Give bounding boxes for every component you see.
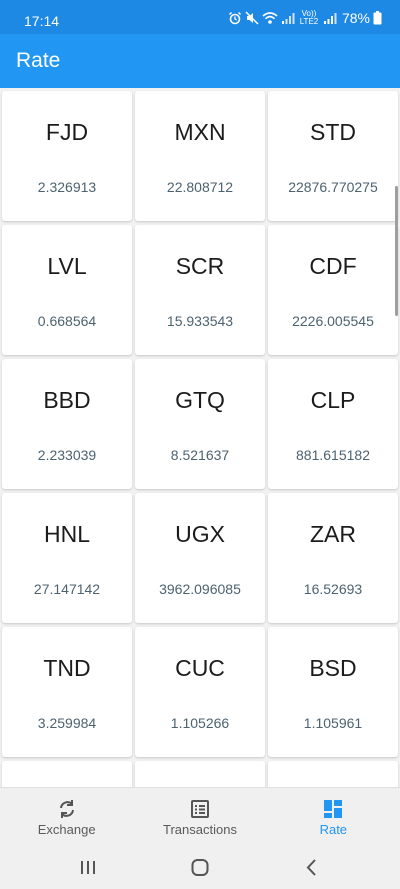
- rate-value: 16.52693: [303, 581, 363, 597]
- rate-card[interactable]: BBD 2.233039: [2, 359, 132, 489]
- rate-card[interactable]: HNL 27.147142: [2, 493, 132, 623]
- volte-label: Vo)) LTE2: [299, 9, 319, 26]
- rate-value: 27.147142: [33, 581, 101, 597]
- currency-code: LVL: [47, 253, 87, 279]
- status-icons: Vo)) LTE2 78%: [228, 10, 382, 26]
- rate-card[interactable]: STD 22876.770275: [268, 91, 398, 221]
- system-navigation-bar: [0, 845, 400, 889]
- sync-icon: [56, 798, 78, 820]
- currency-code: BSD: [309, 655, 357, 681]
- nav-label-rate: Rate: [319, 822, 348, 837]
- scrollbar-thumb[interactable]: [395, 186, 398, 316]
- rate-value: 3962.096085: [159, 581, 241, 597]
- rate-value: 881.615182: [296, 447, 370, 463]
- rate-card[interactable]: [2, 761, 132, 787]
- rate-value: 2.233039: [37, 447, 97, 463]
- currency-code: TND: [43, 655, 91, 681]
- rate-card[interactable]: UGX 3962.096085: [135, 493, 265, 623]
- rate-card[interactable]: CDF 2226.005545: [268, 225, 398, 355]
- rate-card[interactable]: SCR 15.933543: [135, 225, 265, 355]
- currency-code: HNL: [43, 521, 90, 547]
- currency-code: STD: [310, 119, 356, 145]
- battery-icon: [373, 11, 382, 25]
- nav-item-transactions[interactable]: Transactions: [133, 788, 266, 845]
- signal-1-icon: [281, 12, 295, 24]
- rate-card[interactable]: LVL 0.668564: [2, 225, 132, 355]
- currency-code: GTQ: [175, 387, 225, 413]
- currency-code: CDF: [309, 253, 357, 279]
- dashboard-icon: [322, 798, 344, 820]
- rate-card[interactable]: BSD 1.105961: [268, 627, 398, 757]
- rate-card[interactable]: [135, 761, 265, 787]
- status-bar: 17:14 Vo)) LTE2 78%: [0, 0, 400, 34]
- rate-value: 15.933543: [166, 313, 234, 329]
- rate-card[interactable]: CUC 1.105266: [135, 627, 265, 757]
- currency-code: ZAR: [310, 521, 356, 547]
- currency-code: MXN: [174, 119, 226, 145]
- list-icon: [189, 798, 211, 820]
- wifi-icon: [262, 11, 278, 25]
- app-bar: Rate: [0, 34, 400, 88]
- currency-code: CLP: [310, 387, 356, 413]
- back-icon[interactable]: [300, 855, 324, 879]
- rate-card[interactable]: [268, 761, 398, 787]
- rate-grid: FJD 2.326913 MXN 22.808712 STD 22876.770275 LV…: [2, 91, 398, 787]
- currency-code: CUC: [175, 655, 225, 681]
- rate-value: 1.105266: [170, 715, 230, 731]
- rate-value: 22.808712: [166, 179, 234, 195]
- rate-value: 2226.005545: [292, 313, 374, 329]
- rate-card[interactable]: FJD 2.326913: [2, 91, 132, 221]
- rate-value: 1.105961: [303, 715, 363, 731]
- nav-item-exchange[interactable]: Exchange: [0, 788, 133, 845]
- signal-2-icon: [323, 12, 337, 24]
- rate-card[interactable]: GTQ 8.521637: [135, 359, 265, 489]
- home-icon[interactable]: [188, 855, 212, 879]
- rate-value: 3.259984: [37, 715, 97, 731]
- currency-code: BBD: [43, 387, 91, 413]
- status-time: 17:14: [24, 13, 60, 29]
- rate-value: 22876.770275: [288, 179, 378, 195]
- recent-apps-icon[interactable]: [76, 855, 100, 879]
- nav-item-rate[interactable]: Rate: [267, 788, 400, 845]
- battery-percent: 78%: [341, 10, 370, 26]
- rate-card[interactable]: TND 3.259984: [2, 627, 132, 757]
- rate-value: 2.326913: [37, 179, 97, 195]
- nav-label-transactions: Transactions: [163, 822, 237, 837]
- mute-icon: [245, 11, 259, 25]
- currency-code: SCR: [175, 253, 225, 279]
- rate-value: 8.521637: [170, 447, 230, 463]
- currency-code: UGX: [175, 521, 225, 547]
- nav-label-exchange: Exchange: [37, 822, 96, 837]
- page-title: Rate: [16, 49, 61, 72]
- rate-card[interactable]: ZAR 16.52693: [268, 493, 398, 623]
- rate-card[interactable]: CLP 881.615182: [268, 359, 398, 489]
- alarm-icon: [228, 11, 242, 25]
- currency-code: FJD: [45, 119, 89, 145]
- rate-grid-scroll-area[interactable]: FJD 2.326913 MXN 22.808712 STD 22876.770275 LV…: [0, 88, 400, 787]
- rate-value: 0.668564: [37, 313, 97, 329]
- bottom-navigation: Exchange Transactions Rate: [0, 787, 400, 845]
- rate-card[interactable]: MXN 22.808712: [135, 91, 265, 221]
